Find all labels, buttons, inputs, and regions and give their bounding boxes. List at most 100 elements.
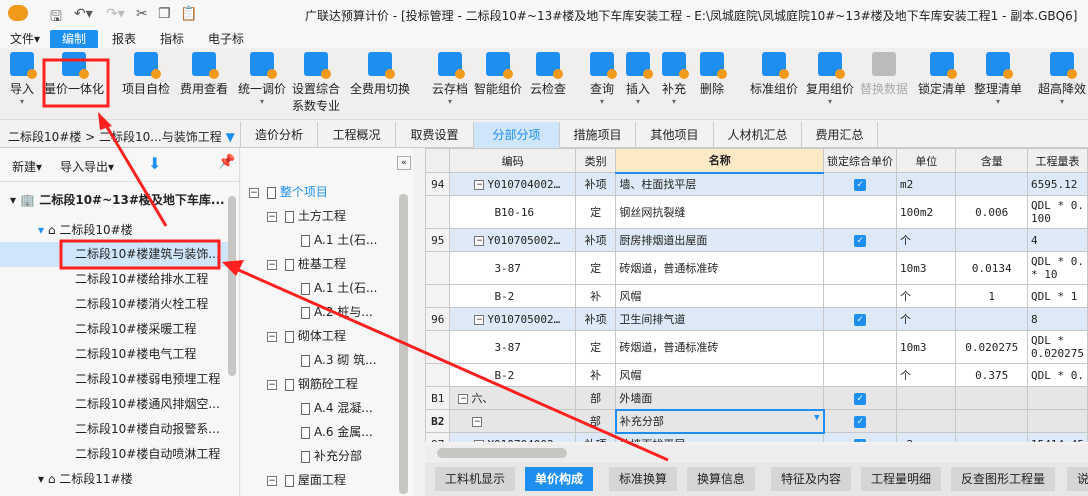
insert-button[interactable]: 插入 ▾ (626, 52, 653, 106)
column-header[interactable]: 含量 (955, 148, 1028, 173)
type-cell[interactable]: 定 (574, 330, 617, 364)
type-cell[interactable]: 定 (574, 195, 617, 229)
row-number[interactable]: 95 (425, 228, 451, 252)
table-row[interactable]: 3-87 定 砖烟道，普通标准砖 10m3 0.0134 QDL * 0. * 10 (425, 251, 1088, 285)
quantity-cell[interactable]: 1 (955, 284, 1028, 308)
code-cell[interactable]: 3-87 (449, 251, 576, 285)
type-cell[interactable]: 部 (574, 409, 617, 433)
collapse-icon[interactable]: − (458, 394, 469, 404)
unified-price-button[interactable]: 统一调价 ▾ (238, 52, 286, 106)
tab-features[interactable]: 特征及内容 (771, 467, 852, 491)
unit-cell[interactable]: 个 (896, 228, 957, 252)
name-cell[interactable]: 厨房排烟道出屋面 (615, 228, 825, 252)
tab-items[interactable]: 分部分项 (474, 122, 560, 148)
checkbox-checked-icon[interactable]: ✓ (854, 393, 867, 405)
name-cell[interactable]: 砖烟道，普通标准砖 (615, 330, 825, 364)
quantity-cell[interactable]: 0.375 (955, 363, 1028, 387)
lock-price-checkbox[interactable]: ✓ (823, 432, 898, 442)
row-number[interactable] (425, 195, 451, 229)
row-number[interactable]: 96 (425, 307, 451, 331)
cloud-save-button[interactable]: 云存档 ▾ (432, 52, 468, 106)
name-cell[interactable]: 钢丝网抗裂缝 (615, 195, 825, 229)
table-row[interactable]: 96 − Y010705002… 补项 卫生间排气道 ✓ 个 8 (425, 307, 1088, 331)
column-header[interactable]: 单位 (896, 148, 957, 173)
quantity-cell[interactable] (955, 409, 1028, 433)
lock-price-checkbox[interactable] (823, 363, 898, 387)
scrollbar[interactable] (228, 196, 236, 376)
code-cell[interactable]: B-2 (449, 363, 576, 387)
column-header[interactable]: 锁定综合单价 (823, 148, 898, 173)
lock-price-checkbox[interactable] (823, 284, 898, 308)
column-header[interactable]: 工程量表 (1026, 148, 1088, 173)
row-number[interactable]: 97 (425, 432, 451, 442)
type-cell[interactable]: 补项 (574, 172, 617, 196)
replace-data-button[interactable]: 替换数据 (860, 52, 908, 97)
collapse-icon[interactable]: − (474, 179, 485, 190)
table-row[interactable]: B1 − 六、 部 外墙面 ✓ (425, 386, 1088, 410)
column-header[interactable] (425, 148, 451, 173)
row-number[interactable] (425, 330, 451, 364)
table-row[interactable]: 97 −Y010704002… 补项 外墙面找平层 ✓ m2 15414.45 (425, 432, 1088, 442)
query-button[interactable]: 查询 ▾ (590, 52, 617, 106)
tree-item-architecture[interactable]: 二标段10#楼建筑与装饰... (0, 242, 228, 267)
tab-unit-price[interactable]: 单价构成 (525, 467, 594, 491)
tree-leaf[interactable]: A.2 桩与... (241, 300, 401, 324)
tab-graphic-quantity[interactable]: 反查图形工程量 (951, 467, 1056, 491)
tree-leaf[interactable]: A.4 混凝... (241, 396, 401, 420)
dropdown-icon[interactable]: ▼ (814, 413, 819, 423)
expression-cell[interactable]: QDL * 1 (1026, 284, 1088, 308)
name-cell[interactable]: 风帽 (615, 363, 825, 387)
expression-cell[interactable]: 15414.45 (1026, 432, 1088, 442)
menu-report[interactable]: 报表 (104, 30, 144, 48)
column-header[interactable]: 编码 (449, 148, 576, 173)
tree-leaf[interactable]: 补充分部 (241, 444, 401, 468)
lock-price-checkbox[interactable] (823, 251, 898, 285)
name-cell[interactable]: 补充分部 ▼ (614, 408, 825, 434)
table-row[interactable]: B-2 补 风帽 个 1 QDL * 1 (425, 284, 1088, 308)
row-number[interactable] (425, 284, 451, 308)
cloud-check-button[interactable]: 云检查 (530, 52, 566, 97)
type-cell[interactable]: 补项 (574, 307, 617, 331)
name-cell[interactable]: 砖烟道，普通标准砖 (615, 251, 825, 285)
quantity-cell[interactable] (955, 432, 1028, 442)
row-number[interactable]: B2 (425, 409, 451, 433)
collapse-icon[interactable]: − (474, 314, 485, 325)
save-icon[interactable]: 🖫 (50, 6, 62, 30)
cut-icon[interactable]: ✂ (136, 6, 148, 22)
supplement-button[interactable]: 补充 ▾ (662, 52, 689, 106)
tree-node[interactable]: − 桩基工程 (241, 252, 401, 276)
tree-node[interactable]: − 钢筋砼工程 (241, 372, 401, 396)
tree-leaf[interactable]: A.3 砌 筑... (241, 348, 401, 372)
tab-measures[interactable]: 措施项目 (560, 122, 636, 148)
code-cell[interactable]: B-2 (449, 284, 576, 308)
type-cell[interactable]: 补 (574, 363, 617, 387)
table-row[interactable]: 3-87 定 砖烟道，普通标准砖 10m3 0.020275 QDL * 0.020275 (425, 330, 1088, 364)
quantity-cell[interactable]: 0.020275 (955, 330, 1028, 364)
scrollbar[interactable] (399, 194, 408, 494)
name-cell[interactable]: 墙、柱面找平层 (615, 172, 825, 196)
expression-cell[interactable]: QDL * 0. 100 (1026, 195, 1088, 229)
unit-cell[interactable] (896, 386, 957, 410)
import-button[interactable]: 导入 ▾ (10, 52, 37, 106)
menu-edit[interactable]: 编制 (50, 30, 99, 48)
unit-cell[interactable]: m2 (896, 432, 957, 442)
full-fee-switch-button[interactable]: 全费用切换 (350, 52, 410, 97)
project-check-button[interactable]: 项目自检 (122, 52, 170, 97)
tree-whole-project[interactable]: − 整个项目 (241, 180, 401, 204)
type-cell[interactable]: 补项 (574, 228, 617, 252)
tree-item[interactable]: 二标段10#楼消火栓工程 (0, 292, 228, 317)
tab-more[interactable]: 说 (1067, 467, 1088, 491)
expression-cell[interactable]: QDL * 0.020275 (1026, 330, 1088, 364)
lock-price-checkbox[interactable]: ✓ (823, 228, 898, 252)
lock-price-checkbox[interactable]: ✓ (823, 307, 898, 331)
expression-cell[interactable] (1026, 409, 1088, 433)
redo-icon[interactable]: ↷▾ (106, 6, 125, 22)
expression-cell[interactable]: 6595.12 (1026, 172, 1088, 196)
quantity-cell[interactable] (955, 307, 1028, 331)
menu-index[interactable]: 指标 (152, 30, 192, 48)
horizontal-scrollbar[interactable] (425, 445, 1088, 461)
organize-list-button[interactable]: 整理清单 ▾ (974, 52, 1022, 106)
import-export-button[interactable]: 导入导出▾ (60, 158, 114, 175)
collapse-icon[interactable]: − (472, 416, 483, 427)
standard-pricing-button[interactable]: 标准组价 (750, 52, 798, 97)
